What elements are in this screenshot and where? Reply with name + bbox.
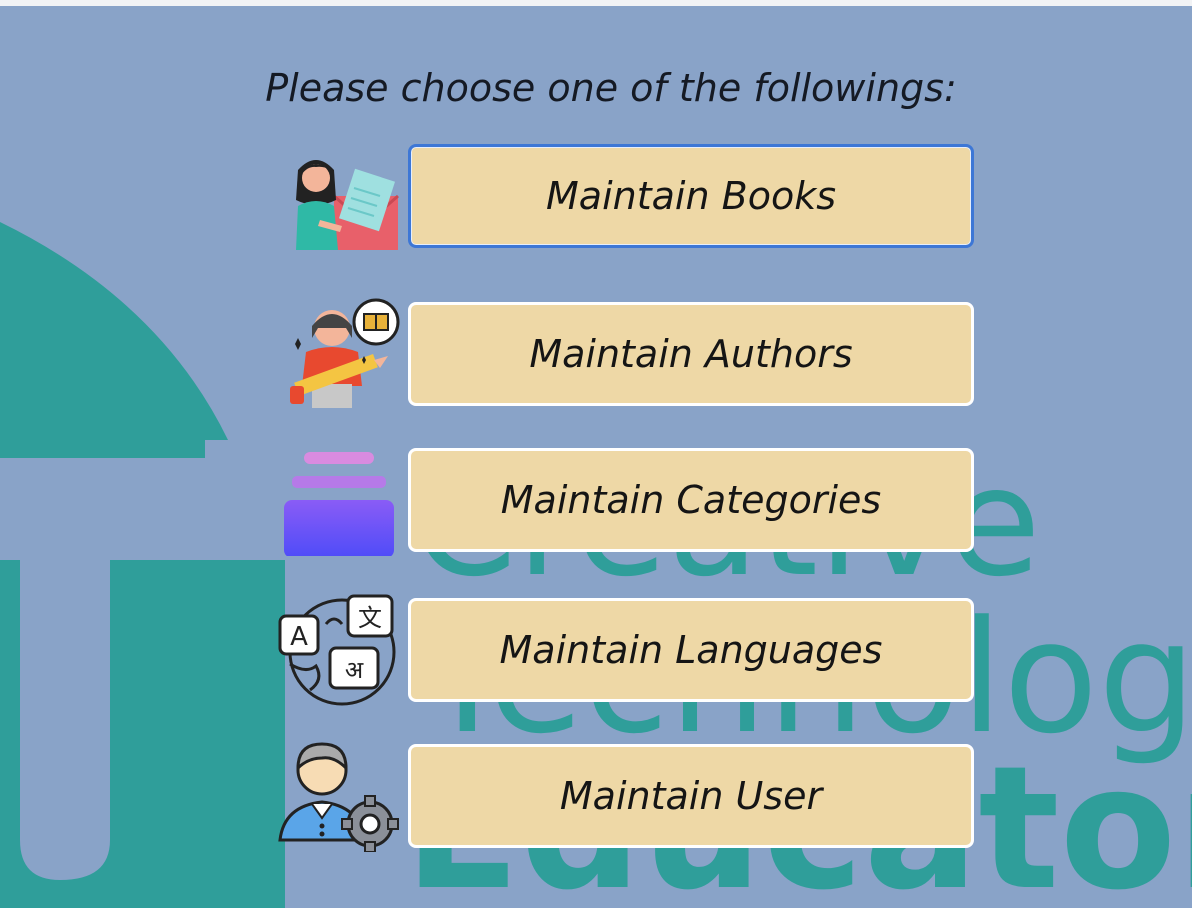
author-icon — [276, 298, 400, 410]
menu-row-categories: Maintain Categories — [276, 444, 978, 556]
categories-icon — [276, 444, 400, 556]
svg-text:文: 文 — [358, 604, 382, 632]
menu-row-authors: Maintain Authors — [276, 298, 978, 410]
books-icon — [276, 140, 400, 252]
svg-text:A: A — [290, 622, 308, 652]
svg-text:अ: अ — [345, 656, 364, 684]
maintain-books-button[interactable]: Maintain Books — [408, 144, 974, 248]
user-settings-icon — [276, 740, 400, 852]
languages-icon: A 文 अ — [276, 594, 400, 706]
choice-prompt: Please choose one of the followings: — [265, 66, 957, 110]
maintain-languages-button[interactable]: Maintain Languages — [408, 598, 974, 702]
maintain-authors-button[interactable]: Maintain Authors — [408, 302, 974, 406]
menu-row-books: Maintain Books — [276, 140, 978, 252]
menu-row-languages: A 文 अ Maintain Languages — [276, 594, 978, 706]
menu-row-user: Maintain User — [276, 740, 978, 852]
maintain-categories-button[interactable]: Maintain Categories — [408, 448, 974, 552]
maintain-user-button[interactable]: Maintain User — [408, 744, 974, 848]
